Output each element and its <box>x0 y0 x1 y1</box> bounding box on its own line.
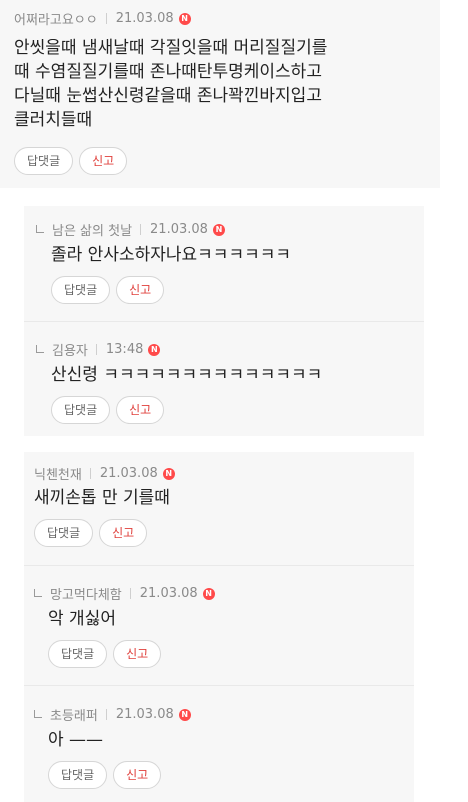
reply-arrow-icon <box>36 344 44 353</box>
comment-meta: 초등래퍼 21.03.08 N <box>34 705 191 724</box>
comment-actions: 답댓글 신고 <box>34 519 148 547</box>
meta-divider <box>89 468 91 479</box>
reply-button[interactable]: 답댓글 <box>51 276 111 304</box>
comment-line: 졸라 안사소하자나요ㅋㅋㅋㅋㅋㅋ <box>51 245 292 265</box>
new-badge-icon: N <box>162 467 175 480</box>
comment-author[interactable]: 망고먹다체함 <box>50 584 122 603</box>
comment-meta: 닉첸천재 21.03.08 N <box>34 464 175 483</box>
comment-actions: 답댓글 신고 <box>14 147 128 175</box>
comment-line: 악 개싫어 <box>48 609 116 629</box>
new-badge-icon: N <box>148 343 161 356</box>
comment-line: 때 수염질질기를때 존나때탄투명케이스하고 <box>14 62 322 82</box>
comment-date: 21.03.08 <box>139 586 198 601</box>
reply-arrow-icon <box>34 709 42 718</box>
report-button[interactable]: 신고 <box>116 396 165 424</box>
comment-body: 악 개싫어 <box>48 607 116 631</box>
comment-author[interactable]: 초등래퍼 <box>50 705 98 724</box>
comment-body: 안씻을때 냄새날때 각질잇을때 머리질질기를 때 수염질질기를때 존나때탄투명케… <box>14 36 327 132</box>
comment-divider <box>24 685 414 686</box>
meta-divider <box>105 709 107 720</box>
comment-date: 21.03.08 <box>99 466 158 481</box>
comment-line: 클러치들때 <box>14 110 93 130</box>
comment-meta: 남은 삶의 첫날 21.03.08 N <box>36 220 225 239</box>
comment-body: 졸라 안사소하자나요ㅋㅋㅋㅋㅋㅋ <box>51 243 291 267</box>
report-button[interactable]: 신고 <box>113 640 162 668</box>
meta-divider <box>140 224 142 235</box>
comment-card: 어쩌라고요ㅇㅇ 21.03.08 N 안씻을때 냄새날때 각질잇을때 머리질질기… <box>0 0 440 188</box>
reply-button[interactable]: 답댓글 <box>34 519 94 547</box>
comment-actions: 답댓글 신고 <box>51 396 165 424</box>
comment-body: 아 —— <box>48 728 103 752</box>
comment-meta: 김용자 13:48 N <box>36 340 161 359</box>
comment-line: 아 —— <box>48 730 104 750</box>
report-button[interactable]: 신고 <box>113 761 162 789</box>
comment-author[interactable]: 닉첸천재 <box>34 464 82 483</box>
comment-divider <box>24 321 424 322</box>
comment-line: 산신령 ㅋㅋㅋㅋㅋㅋㅋㅋㅋㅋㅋㅋㅋㅋ <box>51 365 323 385</box>
report-button[interactable]: 신고 <box>116 276 165 304</box>
comment-line: 다닐때 눈썹산신령같을때 존나꽉낀바지입고 <box>14 86 322 106</box>
reply-thread: 남은 삶의 첫날 21.03.08 N 졸라 안사소하자나요ㅋㅋㅋㅋㅋㅋ 답댓글… <box>24 206 424 436</box>
meta-divider <box>95 344 97 355</box>
reply-button[interactable]: 답댓글 <box>51 396 111 424</box>
comment-actions: 답댓글 신고 <box>51 276 165 304</box>
reply-button[interactable]: 답댓글 <box>14 147 74 175</box>
comment-body: 새끼손톱 만 기를때 <box>34 486 170 510</box>
comment-card: 닉첸천재 21.03.08 N 새끼손톱 만 기를때 답댓글 신고 망고먹다체함… <box>24 452 414 802</box>
report-button[interactable]: 신고 <box>99 519 148 547</box>
comment-meta: 어쩌라고요ㅇㅇ 21.03.08 N <box>14 9 191 28</box>
new-badge-icon: N <box>212 223 225 236</box>
report-button[interactable]: 신고 <box>79 147 128 175</box>
comment-date: 21.03.08 <box>150 222 208 237</box>
comment-date: 21.03.08 <box>115 11 174 26</box>
reply-button[interactable]: 답댓글 <box>48 640 108 668</box>
comment-author[interactable]: 어쩌라고요ㅇㅇ <box>14 9 98 28</box>
meta-divider <box>105 13 107 24</box>
comment-divider <box>24 565 414 566</box>
reply-arrow-icon <box>36 224 44 233</box>
comment-actions: 답댓글 신고 <box>48 640 162 668</box>
reply-button[interactable]: 답댓글 <box>48 761 108 789</box>
new-badge-icon: N <box>202 587 215 600</box>
meta-divider <box>129 588 131 599</box>
comment-body: 산신령 ㅋㅋㅋㅋㅋㅋㅋㅋㅋㅋㅋㅋㅋㅋ <box>51 363 322 387</box>
new-badge-icon: N <box>178 708 191 721</box>
comment-date: 13:48 <box>105 342 144 357</box>
comment-line: 새끼손톱 만 기를때 <box>34 488 170 508</box>
comment-author[interactable]: 남은 삶의 첫날 <box>52 220 132 239</box>
reply-arrow-icon <box>34 588 42 597</box>
comment-author[interactable]: 김용자 <box>52 340 88 359</box>
comment-line: 안씻을때 냄새날때 각질잇을때 머리질질기를 <box>14 38 328 58</box>
comment-actions: 답댓글 신고 <box>48 761 162 789</box>
new-badge-icon: N <box>178 12 191 25</box>
comment-meta: 망고먹다체함 21.03.08 N <box>34 584 215 603</box>
comment-date: 21.03.08 <box>115 707 174 722</box>
